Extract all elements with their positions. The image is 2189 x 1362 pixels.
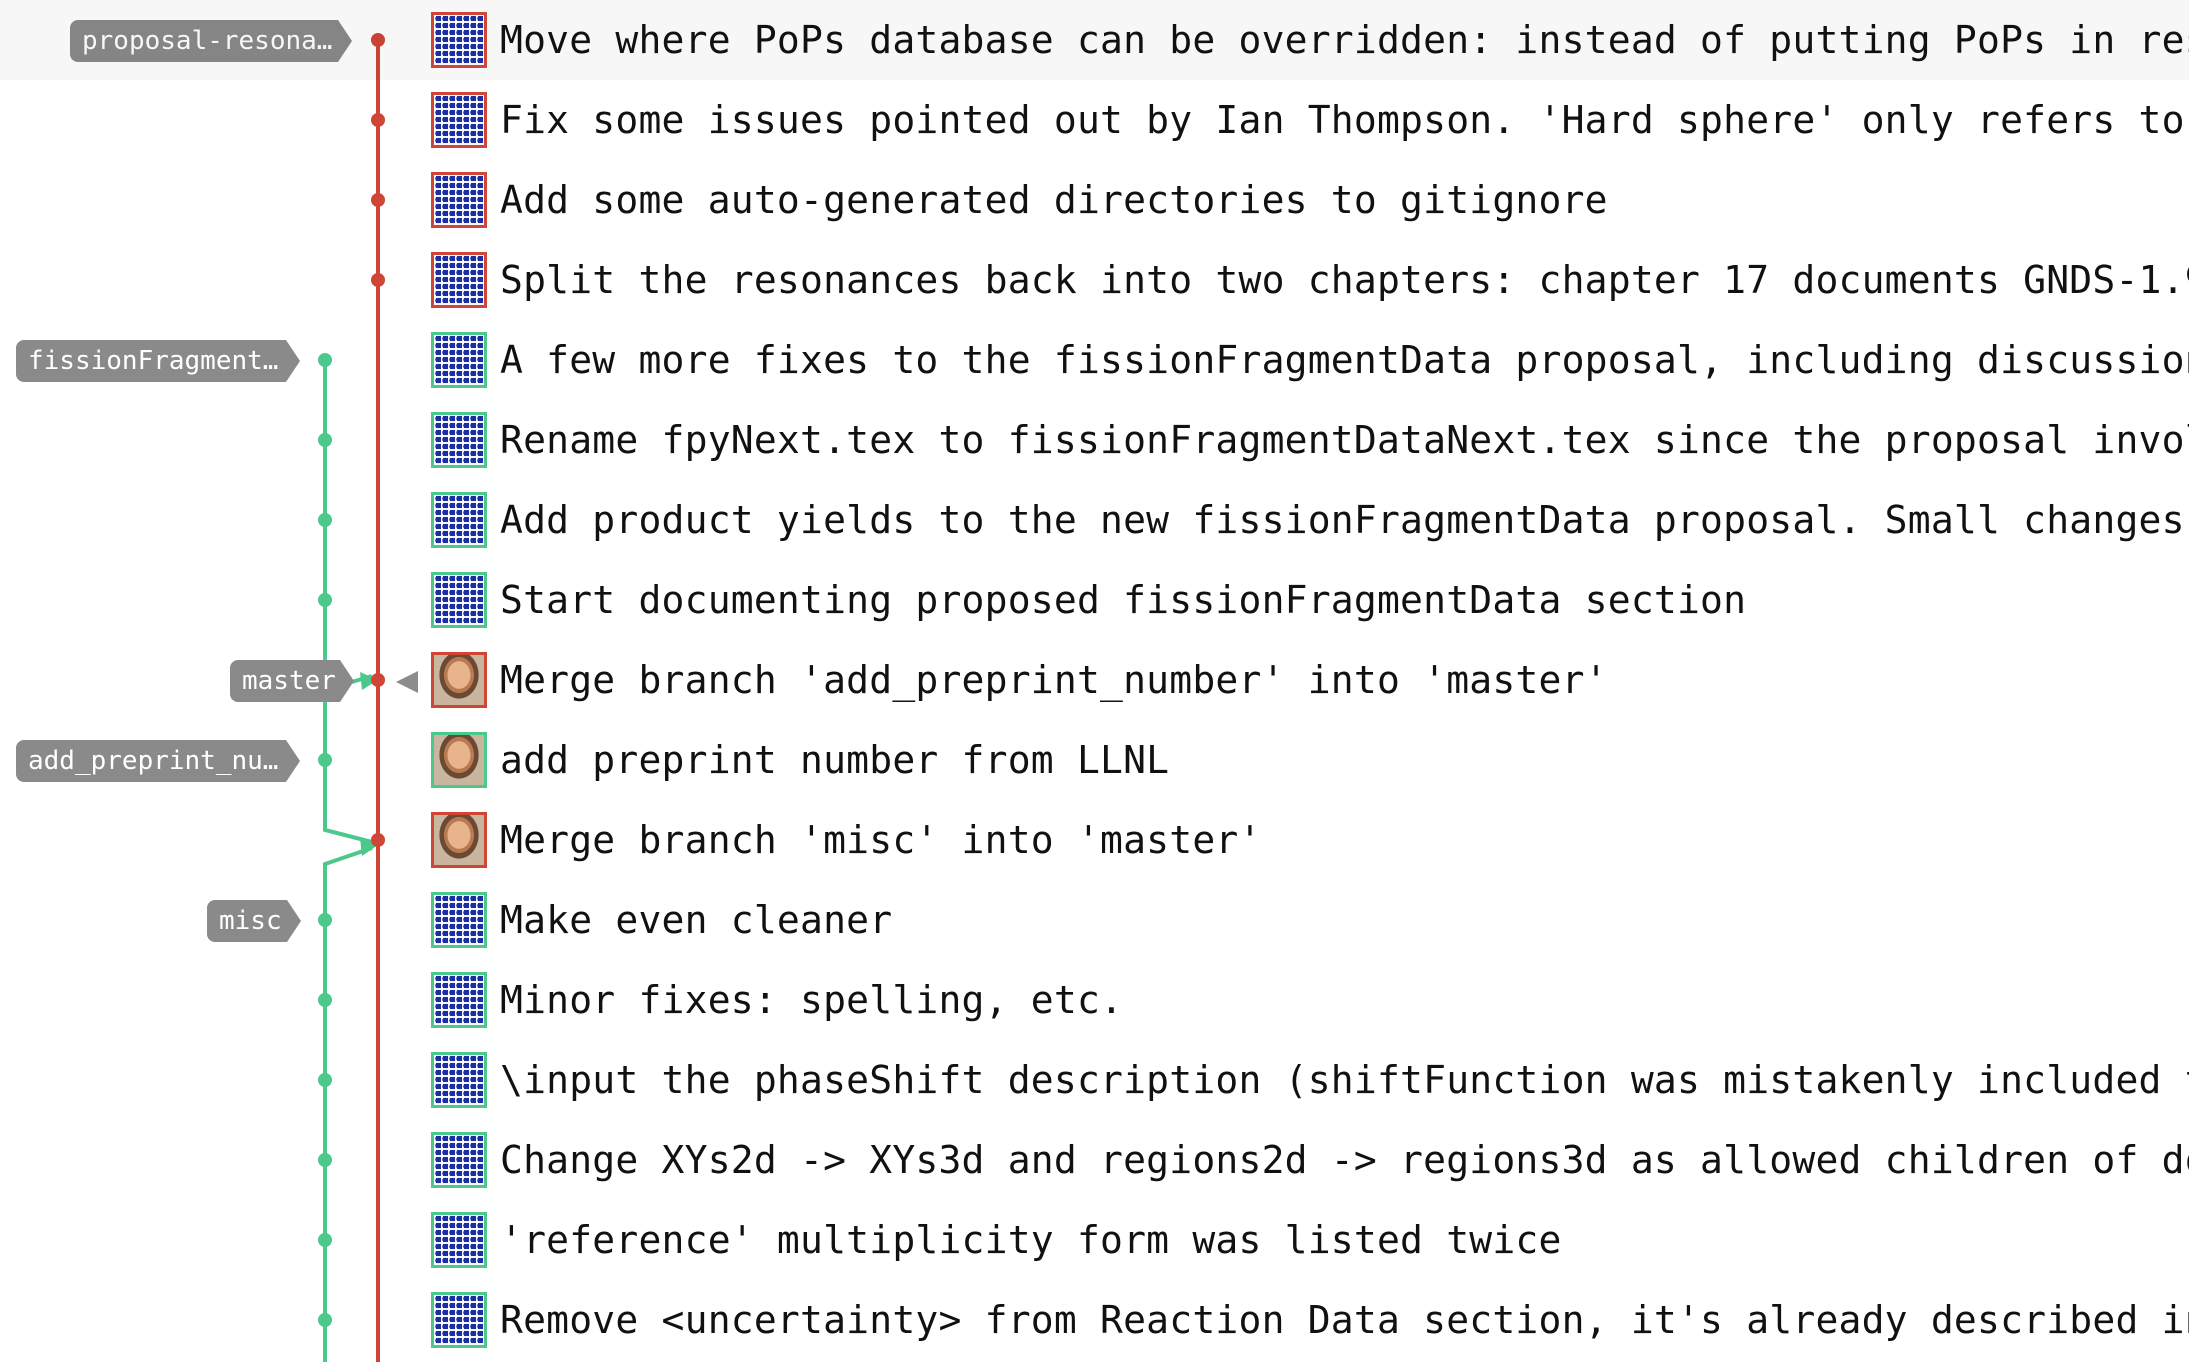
commit-message: Fix some issues pointed out by Ian Thomp…: [500, 98, 2189, 142]
commit-message: Merge branch 'add_preprint_number' into …: [500, 658, 1608, 702]
commit-message: 'reference' multiplicity form was listed…: [500, 1218, 1562, 1262]
commit-message: Start documenting proposed fissionFragme…: [500, 578, 1747, 622]
identicon-avatar: [431, 332, 487, 388]
commit-row[interactable]: Add some auto-generated directories to g…: [0, 160, 2189, 240]
identicon-avatar: [431, 1212, 487, 1268]
commit-row[interactable]: Fix some issues pointed out by Ian Thomp…: [0, 80, 2189, 160]
commit-message: Add some auto-generated directories to g…: [500, 178, 1608, 222]
identicon-avatar: [431, 972, 487, 1028]
identicon-avatar: [431, 572, 487, 628]
commit-row[interactable]: Add product yields to the new fissionFra…: [0, 480, 2189, 560]
commit-row[interactable]: Make even cleaner: [0, 880, 2189, 960]
commit-message: Split the resonances back into two chapt…: [500, 258, 2189, 302]
photo-avatar: [431, 732, 487, 788]
commit-row[interactable]: Merge branch 'misc' into 'master': [0, 800, 2189, 880]
commit-message: Remove <uncertainty> from Reaction Data …: [500, 1298, 2189, 1342]
commit-row[interactable]: Change XYs2d -> XYs3d and regions2d -> r…: [0, 1120, 2189, 1200]
commit-message: \input the phaseShift description (shift…: [500, 1058, 2189, 1102]
commit-message: Move where PoPs database can be overridd…: [500, 18, 2189, 62]
commit-message: Minor fixes: spelling, etc.: [500, 978, 1124, 1022]
commit-row[interactable]: add preprint number from LLNL: [0, 720, 2189, 800]
commit-message: Make even cleaner: [500, 898, 893, 942]
identicon-avatar: [431, 892, 487, 948]
identicon-avatar: [431, 172, 487, 228]
commit-row[interactable]: Merge branch 'add_preprint_number' into …: [0, 640, 2189, 720]
identicon-avatar: [431, 12, 487, 68]
commit-row[interactable]: \input the phaseShift description (shift…: [0, 1040, 2189, 1120]
commit-row[interactable]: Move where PoPs database can be overridd…: [0, 0, 2189, 80]
identicon-avatar: [431, 92, 487, 148]
commit-row[interactable]: Rename fpyNext.tex to fissionFragmentDat…: [0, 400, 2189, 480]
identicon-avatar: [431, 412, 487, 468]
commit-message: A few more fixes to the fissionFragmentD…: [500, 338, 2189, 382]
photo-avatar: [431, 652, 487, 708]
photo-avatar: [431, 812, 487, 868]
commit-message: Merge branch 'misc' into 'master': [500, 818, 1262, 862]
identicon-avatar: [431, 492, 487, 548]
identicon-avatar: [431, 1292, 487, 1348]
commit-row[interactable]: Remove <uncertainty> from Reaction Data …: [0, 1280, 2189, 1360]
commit-message: add preprint number from LLNL: [500, 738, 1170, 782]
commit-row[interactable]: A few more fixes to the fissionFragmentD…: [0, 320, 2189, 400]
commit-message: Change XYs2d -> XYs3d and regions2d -> r…: [500, 1138, 2189, 1182]
identicon-avatar: [431, 1052, 487, 1108]
identicon-avatar: [431, 252, 487, 308]
commit-row[interactable]: Minor fixes: spelling, etc.: [0, 960, 2189, 1040]
commit-row[interactable]: 'reference' multiplicity form was listed…: [0, 1200, 2189, 1280]
commit-message: Rename fpyNext.tex to fissionFragmentDat…: [500, 418, 2189, 462]
identicon-avatar: [431, 1132, 487, 1188]
commit-message: Add product yields to the new fissionFra…: [500, 498, 2189, 542]
commit-row[interactable]: Split the resonances back into two chapt…: [0, 240, 2189, 320]
commit-row[interactable]: Start documenting proposed fissionFragme…: [0, 560, 2189, 640]
